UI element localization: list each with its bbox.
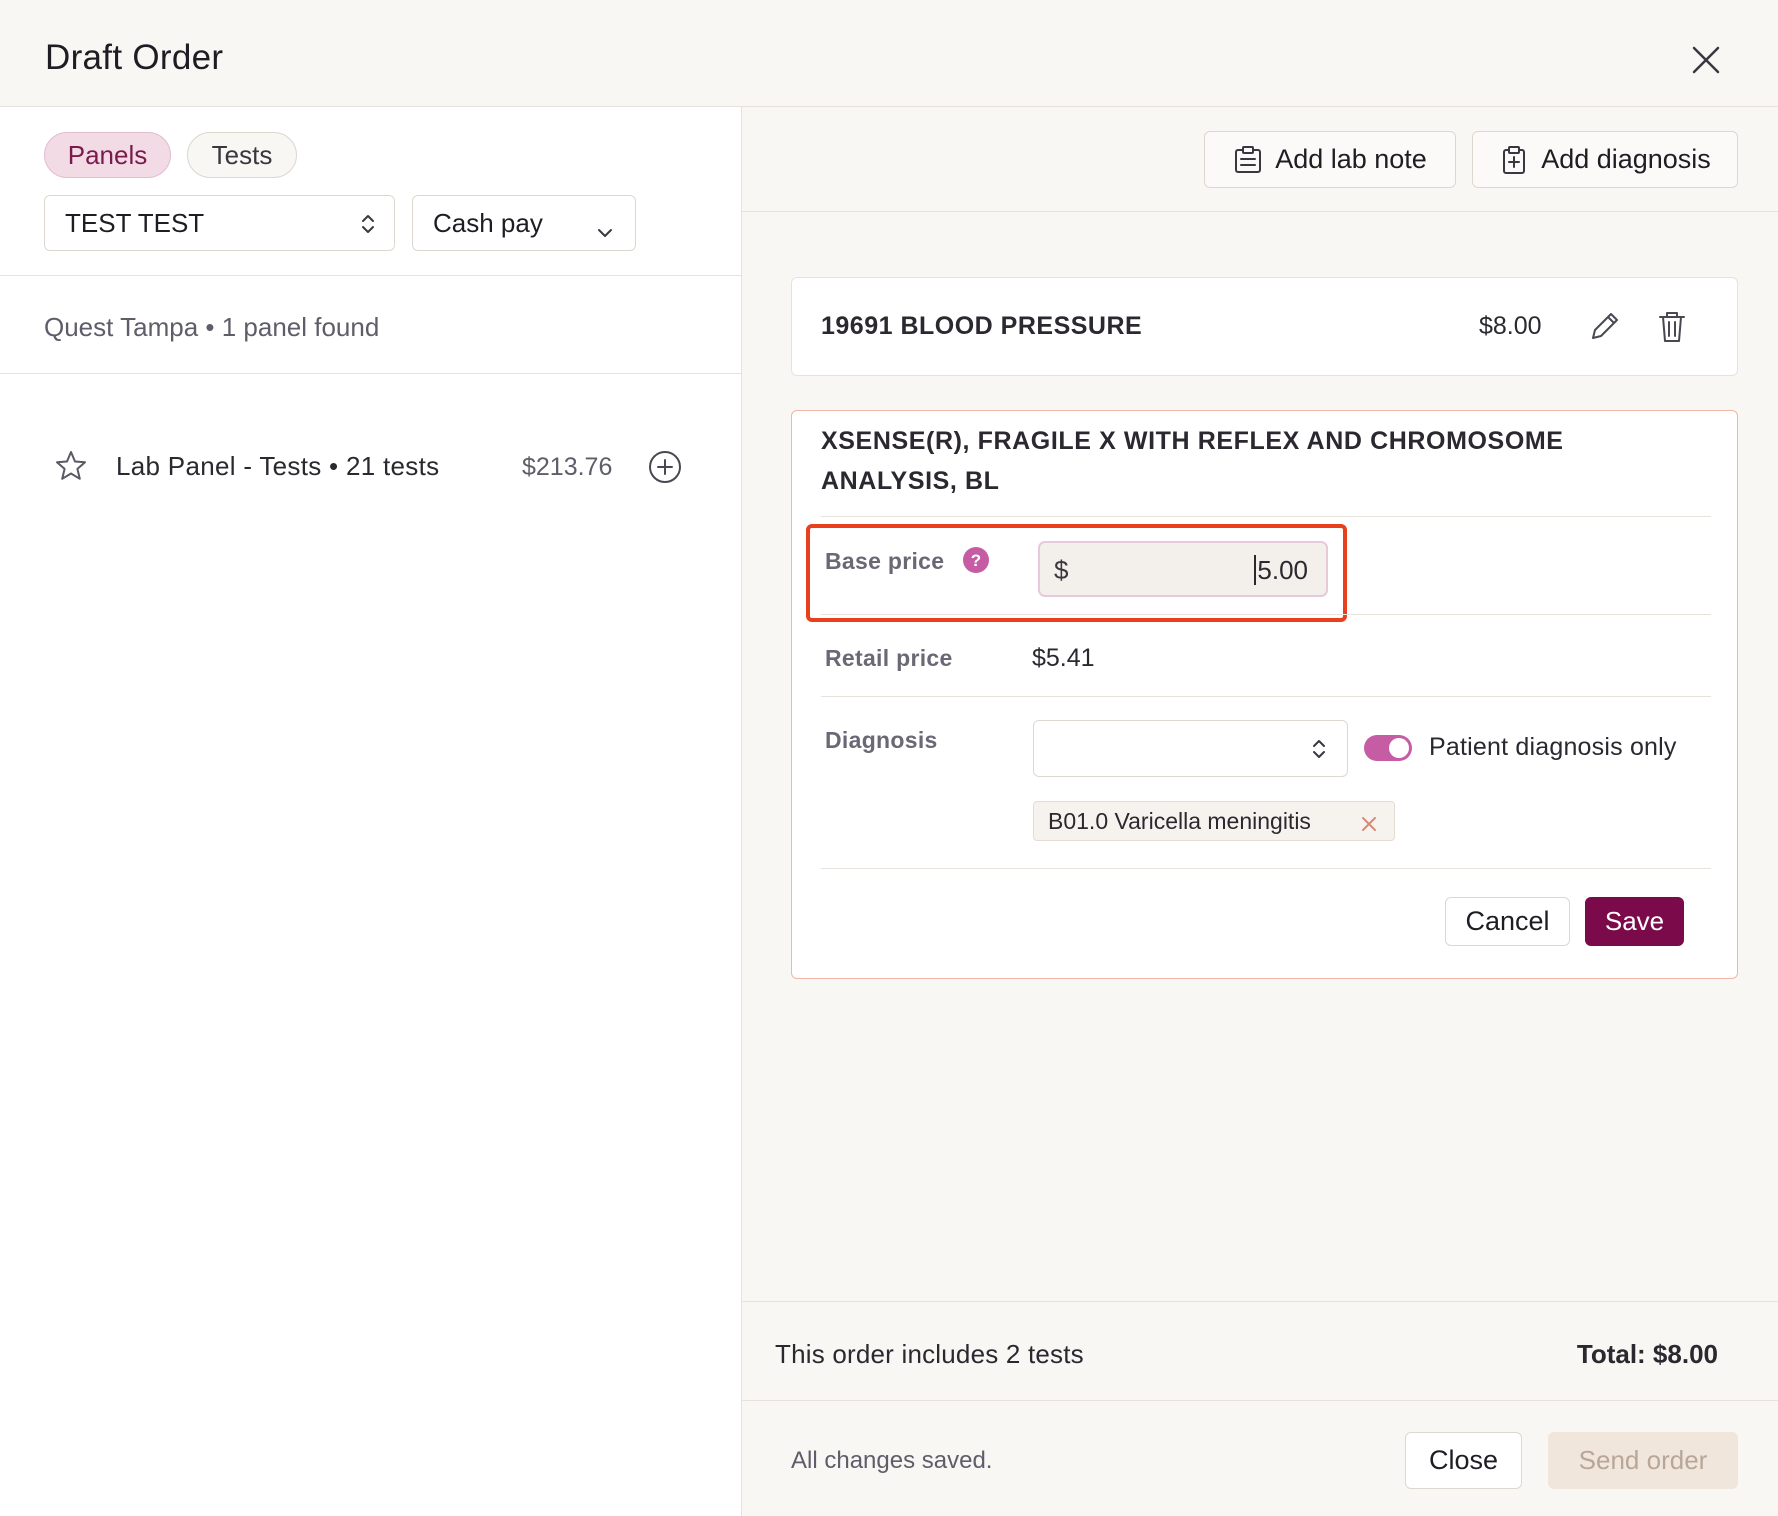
panel-name: Lab Panel - Tests • 21 tests [116, 451, 440, 481]
divider [742, 1400, 1778, 1401]
divider [821, 696, 1711, 697]
edit-pencil-icon[interactable] [1587, 310, 1621, 349]
order-test-count: This order includes 2 tests [775, 1339, 1084, 1369]
save-button[interactable]: Save [1585, 897, 1684, 946]
add-diagnosis-button[interactable]: Add diagnosis [1472, 131, 1738, 188]
test-edit-card: XSENSE(R), FRAGILE X WITH REFLEX AND CHR… [791, 410, 1738, 979]
list-item[interactable]: Lab Panel - Tests • 21 tests $213.76 [0, 427, 742, 507]
order-total: Total: $8.00 [1576, 1339, 1718, 1369]
panel-price: $213.76 [522, 453, 613, 481]
tab-tests[interactable]: Tests [187, 132, 297, 178]
patient-select-value: TEST TEST [65, 207, 205, 238]
add-circle-icon[interactable] [648, 450, 682, 489]
chevron-down-icon [597, 216, 613, 247]
add-lab-note-label: Add lab note [1275, 144, 1427, 174]
dialog-header: Draft Order [0, 0, 1778, 107]
divider [0, 373, 742, 374]
cancel-button[interactable]: Cancel [1445, 897, 1570, 946]
highlight-box [806, 524, 1347, 622]
test-item-price: $8.00 [1479, 312, 1542, 340]
divider [742, 1301, 1778, 1302]
medical-clipboard-icon [1499, 145, 1529, 175]
close-icon[interactable] [1688, 42, 1724, 78]
test-edit-title: XSENSE(R), FRAGILE X WITH REFLEX AND CHR… [821, 421, 1564, 501]
test-edit-title-line1: XSENSE(R), FRAGILE X WITH REFLEX AND CHR… [821, 427, 1564, 455]
retail-price-label: Retail price [825, 645, 953, 671]
add-lab-note-button[interactable]: Add lab note [1204, 131, 1456, 188]
save-status: All changes saved. [791, 1447, 993, 1474]
test-edit-title-line2: ANALYSIS, BL [821, 467, 1000, 495]
sort-chevrons-icon [1311, 737, 1327, 768]
patient-select[interactable]: TEST TEST [44, 195, 395, 251]
patient-diagnosis-only-toggle[interactable] [1364, 735, 1412, 761]
close-button[interactable]: Close [1405, 1432, 1522, 1489]
test-item-name: 19691 BLOOD PRESSURE [821, 312, 1143, 340]
divider [742, 211, 1778, 212]
payment-select-value: Cash pay [433, 207, 543, 238]
results-summary: Quest Tampa • 1 panel found [44, 312, 380, 342]
diagnosis-chip: B01.0 Varicella meningitis [1033, 801, 1395, 841]
tab-panels[interactable]: Panels [44, 132, 171, 178]
test-item-card: 19691 BLOOD PRESSURE $8.00 [791, 277, 1738, 376]
page-title: Draft Order [45, 38, 224, 77]
diagnosis-select[interactable] [1033, 720, 1348, 777]
left-panel: Panels Tests TEST TEST Cash pay Quest Ta… [0, 107, 742, 1516]
payment-select[interactable]: Cash pay [412, 195, 636, 251]
divider [0, 275, 742, 276]
patient-diagnosis-only-label: Patient diagnosis only [1429, 733, 1677, 761]
trash-icon[interactable] [1656, 310, 1688, 349]
star-icon[interactable] [54, 449, 88, 488]
divider [821, 614, 1711, 615]
divider [821, 516, 1711, 517]
clipboard-icon [1233, 145, 1263, 175]
diagnosis-chip-label: B01.0 Varicella meningitis [1048, 807, 1311, 834]
retail-price-value: $5.41 [1032, 644, 1095, 672]
diagnosis-label: Diagnosis [825, 727, 938, 753]
remove-x-icon[interactable] [1360, 812, 1378, 839]
add-diagnosis-label: Add diagnosis [1541, 144, 1711, 174]
divider [821, 868, 1711, 869]
right-panel: Add lab note Add diagnosis 19691 BLOOD P… [742, 107, 1778, 1516]
send-order-button[interactable]: Send order [1548, 1432, 1738, 1489]
sort-chevrons-icon [360, 212, 376, 243]
